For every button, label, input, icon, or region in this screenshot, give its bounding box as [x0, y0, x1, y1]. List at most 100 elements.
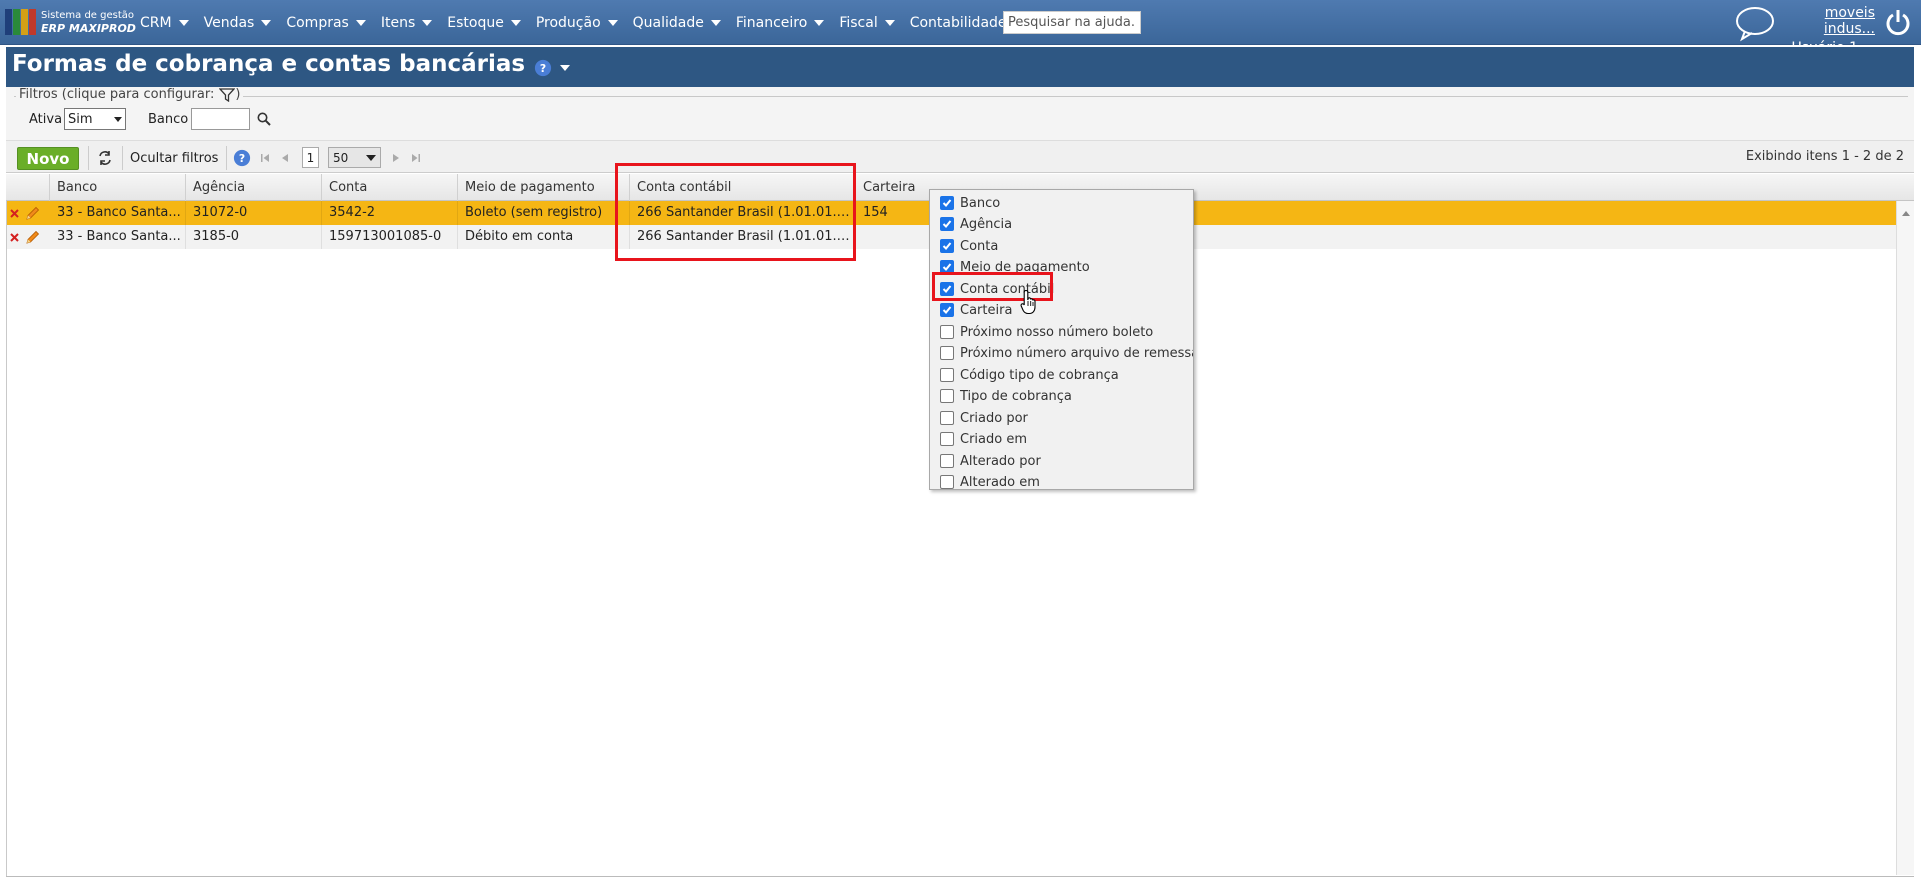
column-header-meio-pagamento[interactable]: Meio de pagamento — [458, 174, 630, 201]
grid-toolbar: Novo Ocultar filtros ? 1 50 Exibindo ite… — [6, 140, 1914, 173]
main-menu: CRM Vendas Compras Itens Estoque Produçã… — [140, 0, 1132, 45]
chat-button[interactable] — [1733, 4, 1777, 46]
column-option-label: Tipo de cobrança — [960, 388, 1072, 404]
filter-search-button[interactable] — [257, 112, 271, 130]
checkbox-unchecked-icon[interactable] — [940, 411, 954, 425]
row-actions — [10, 230, 40, 245]
column-header-agencia[interactable]: Agência — [186, 174, 322, 201]
grid-help-button[interactable]: ? — [232, 147, 252, 169]
menu-label: CRM — [140, 14, 172, 31]
refresh-button[interactable] — [95, 147, 115, 169]
help-circle-icon: ? — [233, 149, 251, 167]
delete-icon[interactable] — [10, 209, 19, 218]
checkbox-unchecked-icon[interactable] — [940, 389, 954, 403]
caret-down-icon — [710, 19, 721, 26]
page-title-bar: Formas de cobrança e contas bancárias ? — [6, 47, 1914, 87]
checkbox-checked-icon[interactable] — [940, 239, 954, 253]
hide-filters-button[interactable]: Ocultar filtros — [130, 147, 218, 169]
caret-down-icon — [178, 19, 189, 26]
menu-qualidade[interactable]: Qualidade — [633, 15, 721, 31]
column-option-label: Alterado por — [960, 453, 1041, 469]
column-option-label: Agência — [960, 216, 1013, 232]
column-option-label: Banco — [960, 195, 1001, 211]
column-option-alterado-em[interactable]: Alterado em — [940, 473, 1040, 489]
caret-down-icon — [884, 19, 895, 26]
checkbox-unchecked-icon[interactable] — [940, 475, 954, 489]
column-header-banco[interactable]: Banco — [50, 174, 186, 201]
column-option-criado-em[interactable]: Criado em — [940, 430, 1027, 448]
menu-label: Qualidade — [632, 14, 704, 31]
checkbox-unchecked-icon[interactable] — [940, 454, 954, 468]
help-search-input[interactable] — [1003, 11, 1141, 34]
new-button[interactable]: Novo — [17, 147, 79, 170]
menu-label: Fiscal — [839, 14, 878, 31]
last-page-button[interactable] — [409, 147, 423, 169]
column-option-label: Próximo número arquivo de remessa — [960, 345, 1194, 361]
checkbox-checked-icon[interactable] — [940, 196, 954, 210]
cell-carteira: 154 — [863, 205, 888, 220]
menu-label: Itens — [380, 14, 416, 31]
ativa-select[interactable]: Sim — [64, 108, 126, 130]
cell-carteira — [856, 225, 936, 249]
power-icon — [1886, 10, 1910, 36]
column-option-proximo-arquivo-remessa[interactable]: Próximo número arquivo de remessa — [940, 344, 1194, 362]
first-page-button[interactable] — [258, 147, 272, 169]
checkbox-unchecked-icon[interactable] — [940, 325, 954, 339]
column-header-conta[interactable]: Conta — [322, 174, 458, 201]
menu-vendas[interactable]: Vendas — [204, 15, 272, 31]
app-logo[interactable]: Sistema de gestão ERP MAXIPROD — [5, 7, 136, 37]
highlight-conta-contabil-column — [615, 163, 856, 261]
edit-pencil-icon[interactable] — [25, 230, 40, 245]
menu-compras[interactable]: Compras — [286, 15, 366, 31]
column-option-conta[interactable]: Conta — [940, 237, 998, 255]
cell-meio-pagamento: Boleto (sem registro) — [458, 201, 630, 225]
menu-producao[interactable]: Produção — [536, 15, 618, 31]
column-option-codigo-tipo-cobranca[interactable]: Código tipo de cobrança — [940, 366, 1119, 384]
column-option-banco[interactable]: Banco — [940, 194, 1000, 212]
scroll-up-arrow-icon[interactable] — [1897, 207, 1915, 221]
banco-filter-input[interactable] — [191, 108, 250, 130]
cell-agencia: 3185-0 — [186, 225, 322, 249]
next-page-icon — [393, 154, 399, 162]
checkbox-unchecked-icon[interactable] — [940, 346, 954, 360]
checkbox-unchecked-icon[interactable] — [940, 368, 954, 382]
delete-icon[interactable] — [10, 233, 19, 242]
menu-itens[interactable]: Itens — [380, 14, 433, 31]
column-option-alterado-por[interactable]: Alterado por — [940, 452, 1041, 470]
page-size-select[interactable]: 50 — [328, 147, 381, 168]
column-option-tipo-cobranca[interactable]: Tipo de cobrança — [940, 387, 1072, 405]
refresh-icon — [99, 151, 111, 165]
hand-cursor-icon — [1020, 289, 1038, 319]
filters-legend[interactable]: Filtros (clique para configurar: ) — [16, 87, 244, 102]
column-option-label: Criado em — [960, 431, 1027, 447]
chat-bubble-icon — [1736, 7, 1774, 42]
checkbox-unchecked-icon[interactable] — [940, 432, 954, 446]
items-summary: Exibindo itens 1 - 2 de 2 — [1745, 149, 1904, 164]
logo-line1: Sistema de gestão — [41, 10, 135, 21]
company-link[interactable]: moveis indus... — [1775, 5, 1875, 37]
page-help-button[interactable]: ? — [534, 59, 570, 77]
top-navbar: Sistema de gestão ERP MAXIPROD CRM Venda… — [0, 0, 1921, 56]
column-option-label: Carteira — [960, 302, 1013, 318]
logout-button[interactable] — [1885, 8, 1911, 40]
column-option-criado-por[interactable]: Criado por — [940, 409, 1028, 427]
grid-vertical-scrollbar[interactable] — [1896, 201, 1914, 875]
filter-icon — [219, 87, 236, 102]
checkbox-checked-icon[interactable] — [940, 217, 954, 231]
menu-estoque[interactable]: Estoque — [447, 15, 521, 31]
page-number[interactable]: 1 — [302, 147, 319, 168]
column-option-carteira[interactable]: Carteira — [940, 301, 1012, 319]
menu-fiscal[interactable]: Fiscal — [839, 14, 895, 31]
column-option-proximo-nosso-numero[interactable]: Próximo nosso número boleto — [940, 323, 1153, 341]
svg-text:?: ? — [540, 62, 546, 75]
edit-pencil-icon[interactable] — [25, 206, 40, 221]
logo-blocks-icon — [5, 9, 36, 35]
cell-banco: 33 - Banco Santa... — [50, 225, 186, 249]
checkbox-checked-icon[interactable] — [940, 303, 954, 317]
filters-panel: Filtros (clique para configurar: ) Ativa… — [6, 87, 1914, 140]
prev-page-button[interactable] — [278, 147, 292, 169]
column-option-agencia[interactable]: Agência — [940, 215, 1012, 233]
menu-financeiro[interactable]: Financeiro — [736, 15, 825, 31]
menu-crm[interactable]: CRM — [140, 15, 189, 31]
next-page-button[interactable] — [389, 147, 403, 169]
